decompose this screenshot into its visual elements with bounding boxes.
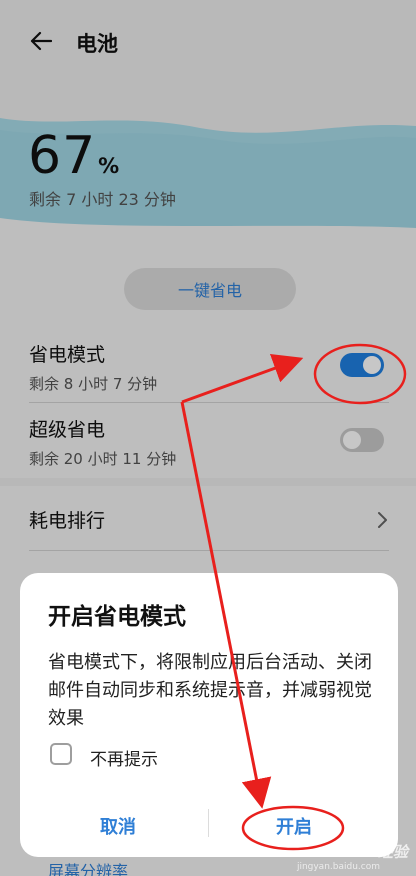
- power-saving-dialog: 开启省电模式 省电模式下，将限制应用后台活动、关闭邮件自动同步和系统提示音，并减…: [20, 573, 398, 857]
- open-button[interactable]: 开启: [276, 813, 312, 839]
- dont-show-again-checkbox[interactable]: [50, 743, 72, 765]
- cancel-button[interactable]: 取消: [100, 813, 136, 839]
- dialog-message: 省电模式下，将限制应用后台活动、关闭邮件自动同步和系统提示音，并减弱视觉效果: [48, 652, 372, 729]
- battery-settings-page: 电池 67% 剩余 7 小时 23 分钟 一键省电 省电模式 剩余 8 小时 7…: [0, 0, 416, 876]
- dialog-title: 开启省电模式: [48, 604, 186, 630]
- dont-show-again-label: 不再提示: [90, 750, 158, 770]
- watermark-logo: Baidu 经验: [324, 843, 408, 861]
- watermark-url: jingyan.baidu.com: [296, 862, 380, 872]
- dialog-button-separator: [208, 809, 209, 837]
